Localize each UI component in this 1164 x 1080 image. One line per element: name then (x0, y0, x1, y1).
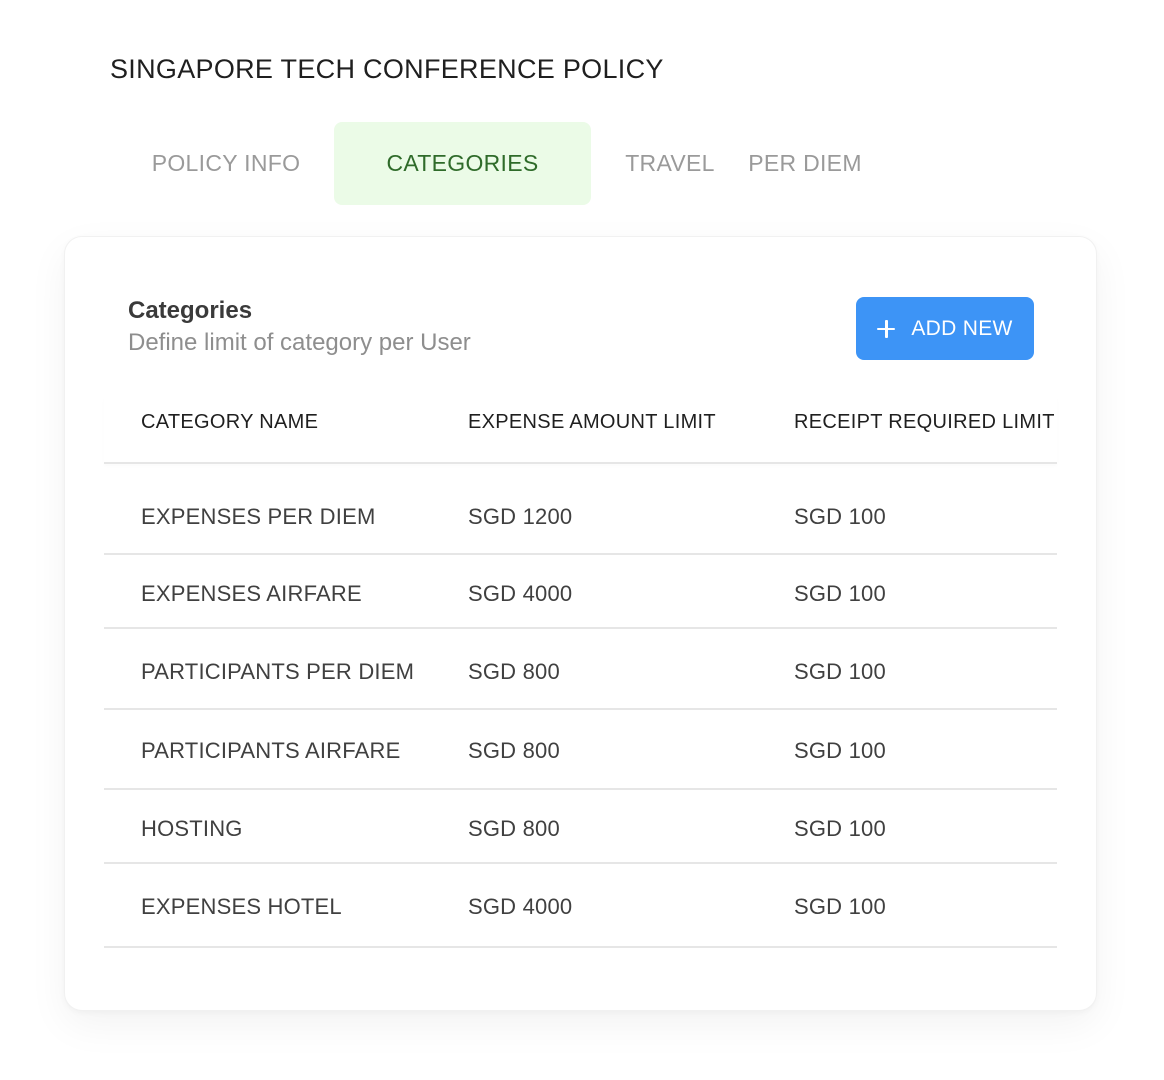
receipt-limit-cell: SGD 100 (794, 738, 886, 763)
tab-policy-info[interactable]: POLICY INFO (140, 122, 312, 205)
table-row[interactable]: PARTICIPANTS AIRFARE SGD 800 SGD 100 (104, 710, 1057, 790)
category-name-cell: EXPENSES AIRFARE (141, 581, 362, 606)
policy-tabs: POLICY INFO CATEGORIES TRAVEL PER DIEM (0, 122, 1164, 205)
receipt-limit-cell: SGD 100 (794, 894, 886, 919)
expense-limit-cell: SGD 1200 (468, 504, 573, 529)
column-header-expense-amount-limit: EXPENSE AMOUNT LIMIT (468, 411, 716, 433)
page: SINGAPORE TECH CONFERENCE POLICY POLICY … (0, 0, 1164, 1080)
tab-travel[interactable]: TRAVEL (614, 122, 726, 205)
receipt-limit-cell: SGD 100 (794, 659, 886, 684)
table-row[interactable]: PARTICIPANTS PER DIEM SGD 800 SGD 100 (104, 629, 1057, 710)
tab-categories[interactable]: CATEGORIES (334, 122, 591, 205)
column-header-category-name: CATEGORY NAME (141, 411, 319, 433)
receipt-limit-cell: SGD 100 (794, 504, 886, 529)
expense-limit-cell: SGD 4000 (468, 894, 573, 919)
expense-limit-cell: SGD 4000 (468, 581, 573, 606)
table-row[interactable]: EXPENSES HOTEL SGD 4000 SGD 100 (104, 864, 1057, 948)
table-row[interactable]: EXPENSES AIRFARE SGD 4000 SGD 100 (104, 555, 1057, 629)
table-header: CATEGORY NAME EXPENSE AMOUNT LIMIT RECEI… (104, 397, 1057, 464)
category-name-cell: PARTICIPANTS PER DIEM (141, 659, 415, 684)
categories-card: Categories Define limit of category per … (64, 236, 1097, 1011)
plus-icon (877, 319, 896, 338)
category-name-cell: HOSTING (141, 816, 243, 841)
card-subheading: Define limit of category per User (128, 329, 471, 356)
table-row[interactable]: EXPENSES PER DIEM SGD 1200 SGD 100 (104, 464, 1057, 555)
categories-table: CATEGORY NAME EXPENSE AMOUNT LIMIT RECEI… (104, 397, 1057, 948)
card-heading: Categories (128, 297, 253, 324)
add-new-label: ADD NEW (911, 316, 1013, 340)
column-header-receipt-required-limit: RECEIPT REQUIRED LIMIT (794, 411, 1055, 433)
expense-limit-cell: SGD 800 (468, 816, 560, 841)
category-name-cell: PARTICIPANTS AIRFARE (141, 738, 401, 763)
expense-limit-cell: SGD 800 (468, 738, 560, 763)
category-name-cell: EXPENSES HOTEL (141, 894, 342, 919)
page-title: SINGAPORE TECH CONFERENCE POLICY (110, 54, 664, 84)
expense-limit-cell: SGD 800 (468, 659, 560, 684)
category-name-cell: EXPENSES PER DIEM (141, 504, 376, 529)
receipt-limit-cell: SGD 100 (794, 816, 886, 841)
table-row[interactable]: HOSTING SGD 800 SGD 100 (104, 790, 1057, 864)
tab-per-diem[interactable]: PER DIEM (738, 122, 872, 205)
add-new-button[interactable]: ADD NEW (856, 297, 1034, 360)
receipt-limit-cell: SGD 100 (794, 581, 886, 606)
